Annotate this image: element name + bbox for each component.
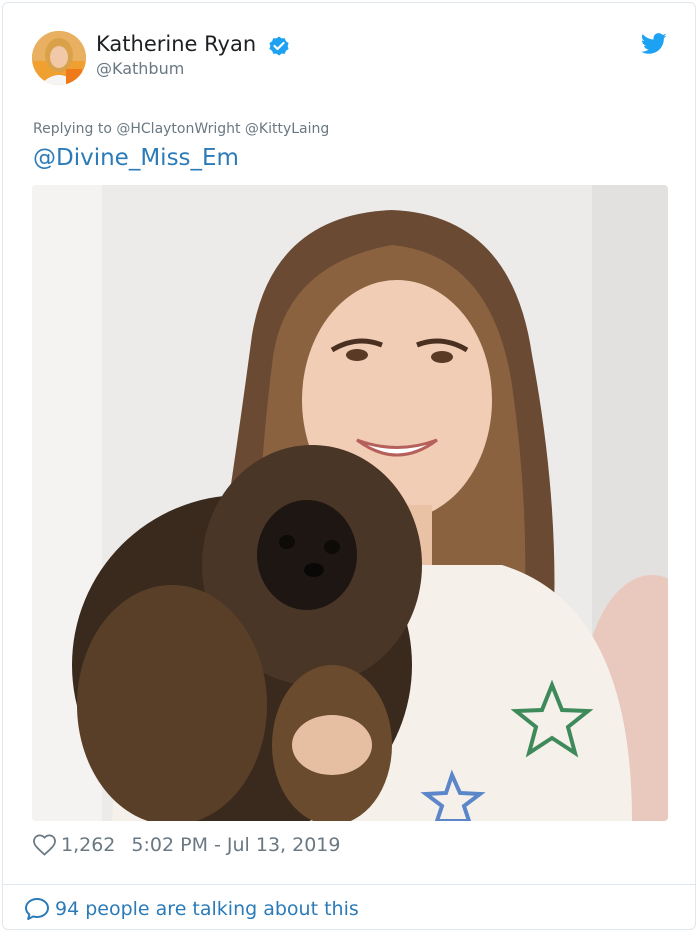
footer-divider — [2, 884, 696, 885]
like-count[interactable]: 1,262 — [61, 834, 115, 856]
tweet-text-mention[interactable]: @Divine_Miss_Em — [33, 145, 239, 171]
conversation-link[interactable]: 94 people are talking about this — [24, 897, 359, 921]
tweet-meta-row: 1,262 5:02 PM - Jul 13, 2019 — [33, 834, 340, 856]
tweet-timestamp[interactable]: 5:02 PM - Jul 13, 2019 — [131, 834, 340, 856]
heart-icon[interactable] — [33, 834, 56, 856]
replying-to-line[interactable]: Replying to @HClaytonWright @KittyLaing — [33, 121, 329, 137]
speech-bubble-icon — [24, 897, 50, 921]
author-avatar[interactable] — [32, 31, 86, 85]
verified-badge-icon — [267, 34, 291, 58]
talking-count-text[interactable]: 94 people are talking about this — [55, 898, 359, 920]
tweet-photo[interactable] — [32, 185, 668, 821]
twitter-bird-icon[interactable] — [640, 33, 667, 55]
author-handle[interactable]: @Kathbum — [96, 59, 184, 78]
author-display-name[interactable]: Katherine Ryan — [96, 32, 256, 56]
